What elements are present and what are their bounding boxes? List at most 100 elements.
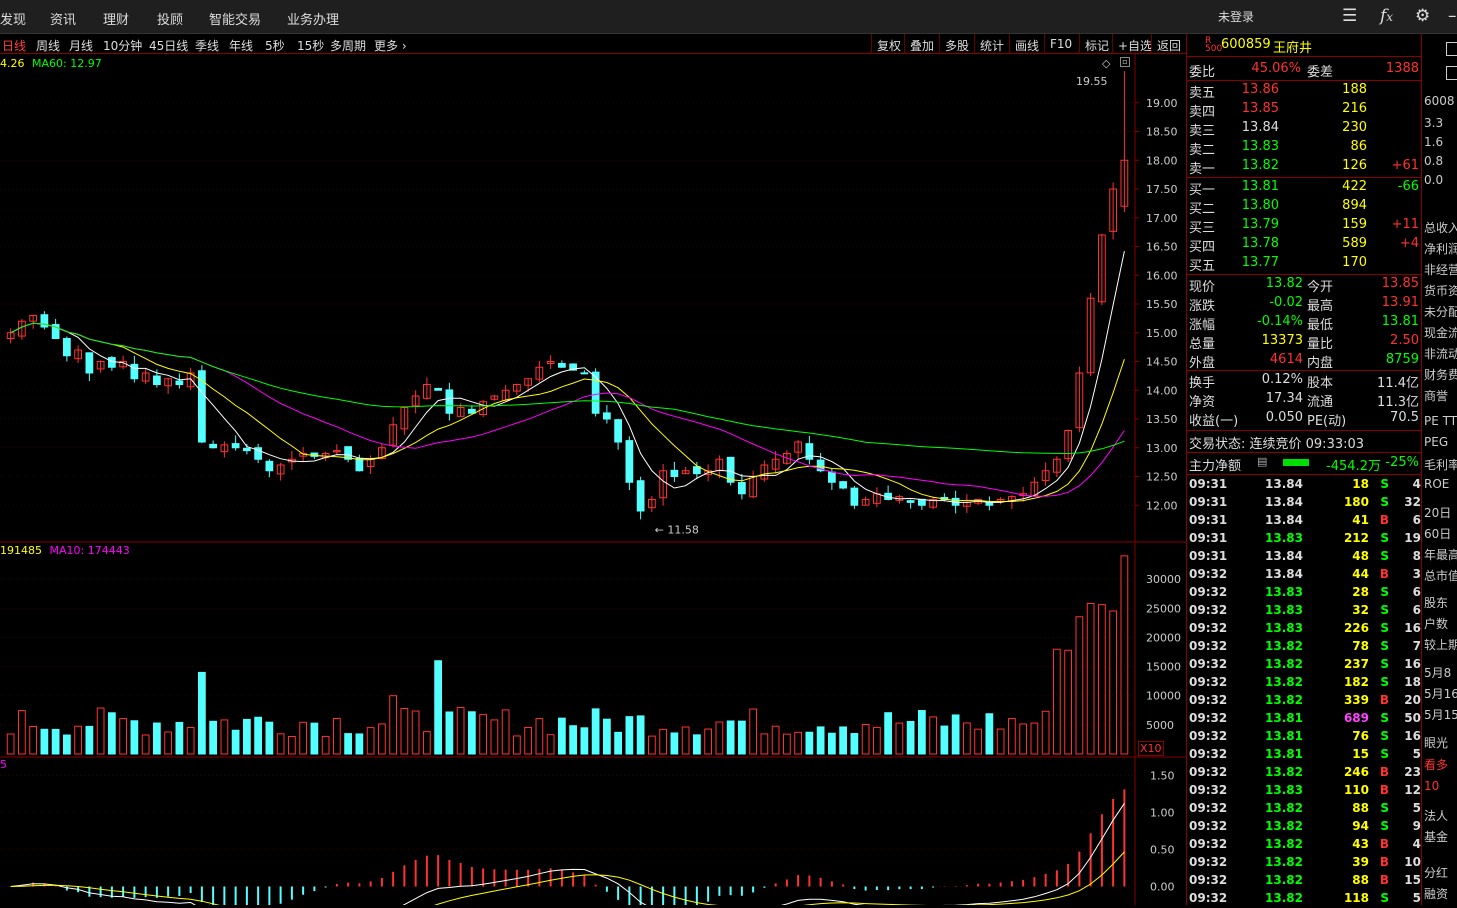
tool-mark[interactable]: 标记 — [1079, 34, 1113, 53]
bid-row[interactable]: 买三 13.79 159 +11 — [1189, 216, 1421, 236]
tick-price: 13.81 — [1265, 747, 1303, 761]
stat-value: 11.3亿 — [1377, 395, 1419, 410]
volume-bar — [839, 726, 847, 755]
tick-row: 09:32 13.82 237 S 16 — [1189, 656, 1421, 674]
expand-icon[interactable]: ▫ — [1120, 57, 1130, 67]
period-monthly[interactable]: 月线 — [69, 37, 93, 54]
gear-icon[interactable]: ⚙ — [1415, 6, 1430, 26]
tick-count: 16 — [1404, 621, 1421, 635]
checkbox-icon[interactable] — [1446, 66, 1457, 80]
tick-volume: 180 — [1343, 495, 1369, 509]
tick-volume: 41 — [1352, 513, 1369, 527]
volume-bar — [996, 728, 1005, 755]
bid-row[interactable]: 买五 13.77 170 — [1189, 254, 1421, 274]
candle-body — [625, 440, 634, 483]
period-year[interactable]: 年线 — [229, 37, 253, 54]
ask-volume: 230 — [1342, 120, 1367, 135]
volume-bar — [119, 718, 127, 755]
candle-body — [198, 370, 206, 443]
volume-bar — [873, 726, 881, 755]
side-label: 较上期 — [1424, 638, 1457, 652]
price-tick-label: 13.50 — [1146, 413, 1178, 426]
ask-row[interactable]: 卖五 13.86 188 — [1189, 81, 1421, 101]
tick-count: 3 — [1412, 567, 1421, 581]
login-status[interactable]: 未登录 — [1218, 8, 1254, 25]
divider-line — [1187, 474, 1421, 475]
macd-tick-label: 0.50 — [1150, 844, 1175, 857]
nav-finance[interactable]: 理财 — [103, 9, 129, 28]
tool-back[interactable]: 返回 — [1151, 34, 1185, 53]
list-icon[interactable]: ▤ — [1257, 455, 1267, 468]
nav-advisory[interactable]: 投顾 — [157, 9, 183, 28]
nav-news[interactable]: 资讯 — [50, 9, 76, 28]
volume-bar — [108, 712, 116, 755]
nav-business[interactable]: 业务办理 — [287, 9, 339, 28]
period-more[interactable]: 更多 › — [374, 37, 407, 54]
tick-count: 10 — [1404, 855, 1421, 869]
side-label: 财务费 — [1424, 368, 1457, 382]
macd-dif-line — [10, 803, 1125, 905]
bid-price: 13.77 — [1241, 255, 1279, 270]
tool-multi-stock[interactable]: 多股 — [939, 34, 973, 53]
kline-chart[interactable]: 19.00 18.50 18.00 17.50 17.00 16.50 16.00 15.50… — [0, 54, 1186, 905]
tool-restore-rights[interactable]: 复权 — [871, 34, 905, 53]
diamond-icon[interactable]: ◇ — [1102, 57, 1110, 70]
weicha-value: 1388 — [1385, 61, 1419, 76]
tick-direction: B — [1379, 765, 1389, 779]
period-multi[interactable]: 多周期 — [330, 37, 366, 54]
period-more-label: 更多 — [374, 39, 399, 53]
volume-bar — [209, 720, 217, 755]
bid-row[interactable]: 买二 13.80 894 — [1189, 197, 1421, 217]
nav-smart-trading[interactable]: 智能交易 — [209, 9, 261, 28]
tick-count: 4 — [1412, 477, 1421, 491]
ask-row[interactable]: 卖一 13.82 126 +61 — [1189, 157, 1421, 177]
list-icon[interactable]: ☰ — [1342, 6, 1357, 26]
candle-body — [828, 471, 836, 483]
tick-volume: 226 — [1343, 621, 1369, 635]
volume-bar — [929, 716, 937, 755]
volume-scale-badge[interactable]: X10 — [1138, 741, 1164, 756]
bid-row[interactable]: 买四 13.78 589 +4 — [1189, 235, 1421, 255]
tick-row: 09:32 13.81 15 S 5 — [1189, 746, 1421, 764]
tick-count: 8 — [1412, 549, 1421, 563]
bid-change: +11 — [1391, 217, 1419, 232]
ask-row[interactable]: 卖三 13.84 230 — [1189, 119, 1421, 139]
period-15s[interactable]: 15秒 — [297, 37, 324, 54]
period-quarter[interactable]: 季线 — [195, 37, 219, 54]
ask-row[interactable]: 卖四 13.85 216 — [1189, 100, 1421, 120]
volume-bar — [558, 717, 566, 755]
nav-discover[interactable]: 发现 — [0, 9, 26, 28]
minimize-icon[interactable]: – — [1448, 6, 1457, 26]
bid-label: 买四 — [1189, 240, 1216, 255]
period-daily[interactable]: 日线 — [2, 37, 26, 54]
price-tick-label: 16.00 — [1146, 269, 1178, 282]
tool-f10[interactable]: F10 — [1044, 34, 1076, 53]
stat-row: 换手 0.12% 股本 11.4亿 — [1189, 371, 1421, 391]
tick-direction: B — [1379, 783, 1389, 797]
volume-bar — [333, 717, 341, 755]
volume-bar — [963, 722, 971, 755]
ask-row[interactable]: 卖二 13.83 86 — [1189, 138, 1421, 158]
stat-value: 13.82 — [1265, 276, 1303, 291]
tool-draw-line[interactable]: 画线 — [1009, 34, 1043, 53]
tick-price: 13.83 — [1265, 783, 1303, 797]
tool-overlay[interactable]: 叠加 — [904, 34, 938, 53]
period-5s[interactable]: 5秒 — [265, 37, 285, 54]
volume-bar — [1098, 604, 1106, 755]
tick-time: 09:32 — [1189, 585, 1228, 599]
tick-row: 09:32 13.82 339 B 20 — [1189, 692, 1421, 710]
tool-statistics[interactable]: 统计 — [974, 34, 1008, 53]
fx-icon[interactable]: fx — [1380, 6, 1393, 26]
volume-legend: 191485 MA10: 174443 — [0, 544, 130, 557]
tool-add-watchlist[interactable]: +自选 — [1112, 34, 1156, 53]
period-10min[interactable]: 10分钟 — [103, 37, 142, 54]
period-45day[interactable]: 45日线 — [149, 37, 188, 54]
volume-bar — [681, 726, 690, 755]
bid-row[interactable]: 买一 13.81 422 -66 — [1189, 178, 1421, 198]
volume-bar — [501, 709, 510, 755]
ask-label: 卖三 — [1189, 124, 1216, 139]
tick-direction: S — [1380, 639, 1389, 653]
checkbox-icon[interactable] — [1446, 42, 1457, 56]
stock-header: R 500 600859 王府井 — [1189, 36, 1421, 57]
period-weekly[interactable]: 周线 — [36, 37, 60, 54]
